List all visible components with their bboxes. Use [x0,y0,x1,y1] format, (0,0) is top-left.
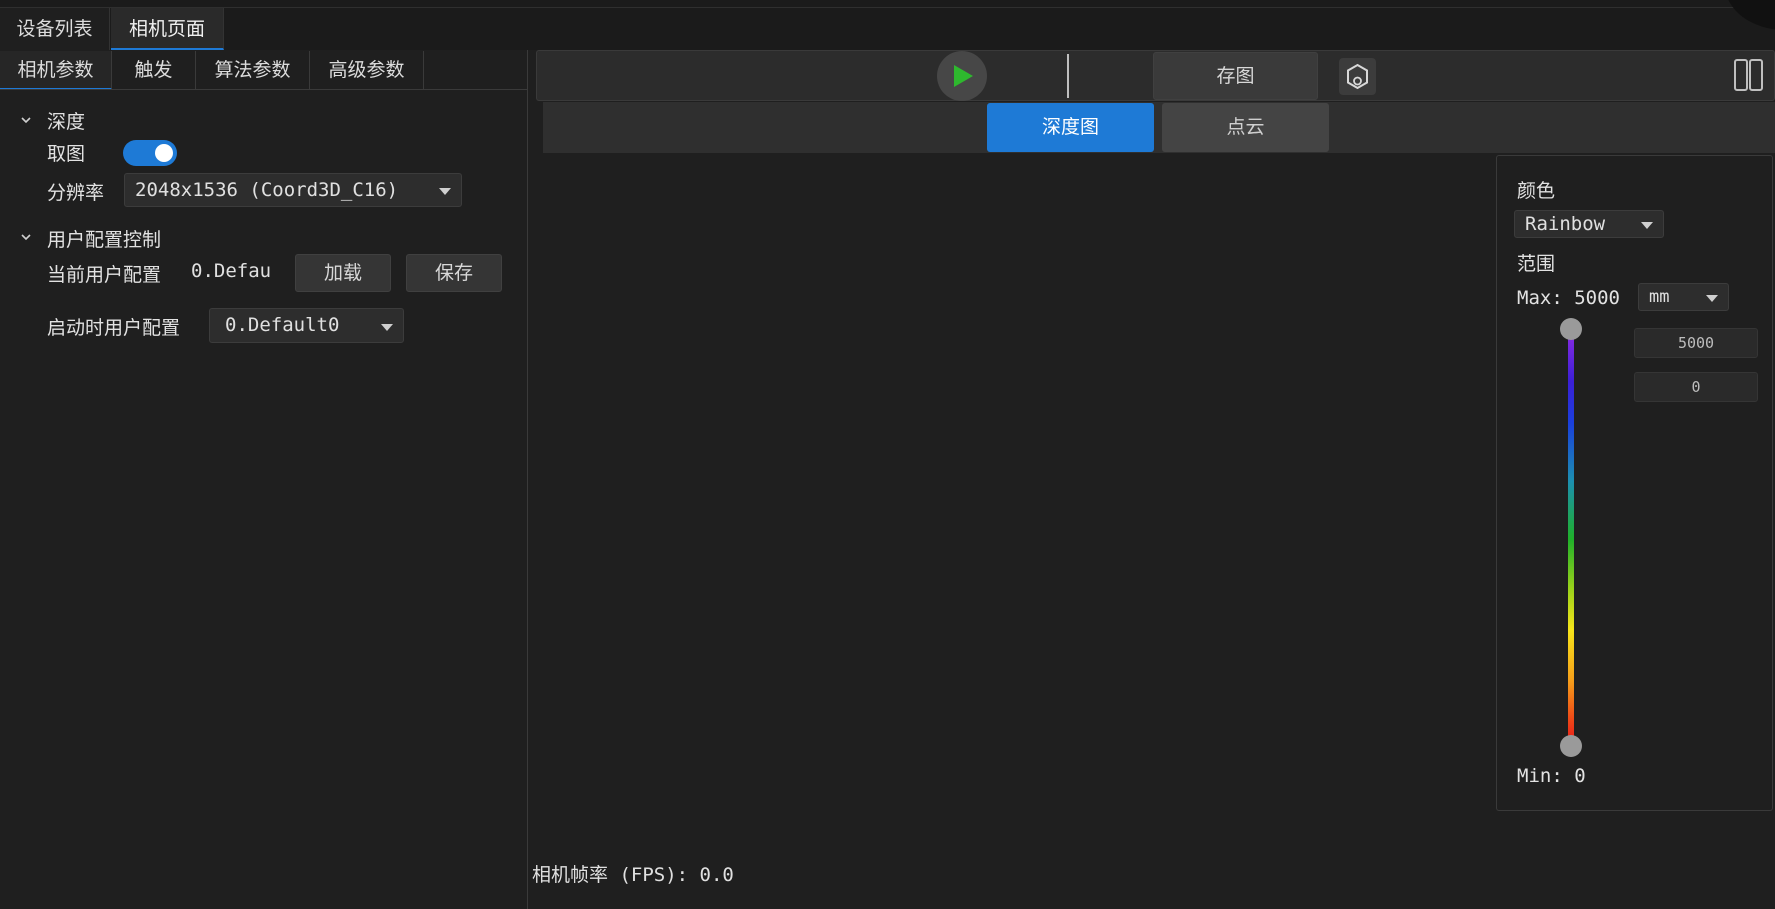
play-button[interactable] [937,51,987,101]
tab-point-cloud[interactable]: 点云 [1162,103,1329,152]
startup-config-value: 0.Default0 [225,314,340,336]
min-slider-handle[interactable] [1560,735,1582,757]
tab-camera-params[interactable]: 相机参数 [0,51,112,90]
colormap-value: Rainbow [1525,213,1606,235]
resolution-label: 分辨率 [47,182,105,204]
tab-trigger[interactable]: 触发 [112,51,196,90]
tab-camera-page[interactable]: 相机页面 [111,8,224,50]
tab-algorithm-params[interactable]: 算法参数 [196,51,310,90]
colormap-dropdown[interactable]: Rainbow [1514,210,1664,238]
capture-label: 取图 [47,143,86,165]
play-icon [954,65,973,87]
caret-down-icon [1706,295,1718,302]
current-config-label: 当前用户配置 [47,264,162,286]
subtab-divider [0,89,528,90]
toolbar-separator [1067,54,1069,98]
current-config-value: 0.Defau [191,260,272,282]
unit-value: mm [1649,287,1670,307]
startup-config-dropdown[interactable]: 0.Default0 [209,308,404,343]
resolution-dropdown[interactable]: 2048x1536 (Coord3D_C16) [124,173,462,207]
resolution-value: 2048x1536 (Coord3D_C16) [135,179,399,201]
caret-down-icon [381,324,393,331]
chevron-down-icon[interactable] [20,114,32,126]
chevron-down-icon[interactable] [20,231,32,243]
view-mode-button[interactable] [1339,58,1376,95]
max-range-input[interactable]: 5000 [1634,328,1758,358]
save-button[interactable]: 保存 [406,254,502,292]
caret-down-icon [439,188,451,195]
depth-section-title[interactable]: 深度 [47,107,85,134]
min-value-text: Min: 0 [1517,765,1586,787]
hexagon-icon [1347,63,1368,90]
view-tab-bar [543,102,1775,153]
user-config-section-title[interactable]: 用户配置控制 [47,225,161,252]
save-image-button[interactable]: 存图 [1153,52,1318,100]
max-value-text: Max: 5000 [1517,287,1620,309]
split-view-icon[interactable] [1734,59,1763,91]
toggle-knob [155,144,173,162]
startup-config-label: 启动时用户配置 [47,317,181,339]
min-range-input[interactable]: 0 [1634,372,1758,402]
load-button[interactable]: 加载 [295,254,391,292]
capture-toggle[interactable] [123,140,177,166]
unit-dropdown[interactable]: mm [1638,283,1729,311]
tab-depth-map[interactable]: 深度图 [987,103,1154,152]
fps-status: 相机帧率 (FPS): 0.0 [532,864,734,886]
max-slider-handle[interactable] [1560,318,1582,340]
colormap-gradient-bar [1568,332,1574,746]
tab-advanced-params[interactable]: 高级参数 [310,51,424,90]
caret-down-icon [1641,222,1653,229]
range-label: 范围 [1517,253,1556,275]
tab-device-list[interactable]: 设备列表 [0,8,110,50]
color-label: 颜色 [1517,180,1556,202]
top-divider [0,7,1775,8]
